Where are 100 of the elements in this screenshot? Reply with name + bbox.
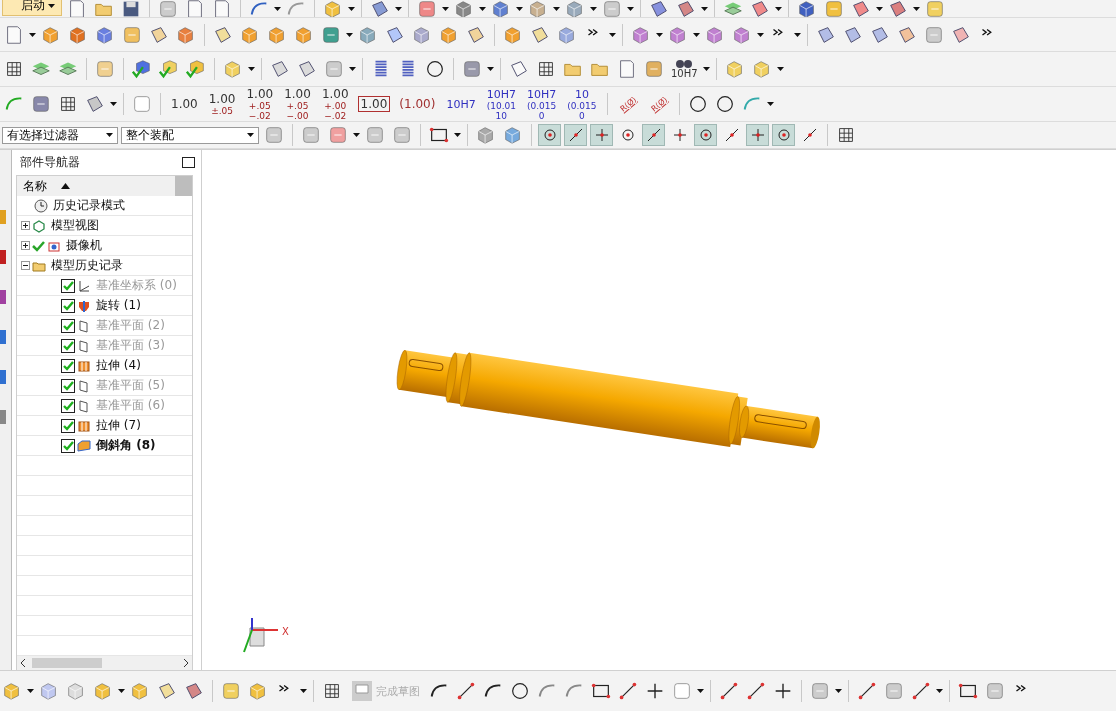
dimension-style-button[interactable]: 1.00 +.05 −.00 (282, 87, 313, 121)
dropdown-caret-icon[interactable] (395, 6, 402, 11)
circle-icon[interactable] (509, 680, 531, 702)
dropdown-caret-icon[interactable] (553, 6, 560, 11)
plane-icon[interactable] (648, 0, 670, 17)
dropdown-caret-icon[interactable] (118, 689, 125, 693)
dropdown-caret-icon[interactable] (702, 67, 710, 71)
checkbox[interactable] (61, 358, 75, 373)
circle-icon[interactable] (424, 58, 446, 80)
dimension-style-button[interactable]: 10H7 (0.015 0 (524, 87, 559, 121)
plane-icon[interactable] (850, 0, 872, 17)
dropdown-caret-icon[interactable] (876, 6, 883, 11)
tree-item-label[interactable]: 模型历史记录 (51, 257, 123, 274)
dropdown-caret-icon[interactable] (794, 32, 801, 37)
tree-item-label[interactable]: 摄像机 (66, 237, 102, 254)
plane-icon[interactable] (296, 58, 318, 80)
dropdown-caret-icon[interactable] (913, 6, 920, 11)
plane-icon[interactable] (183, 680, 205, 702)
snap-point-toggle[interactable] (538, 124, 561, 146)
tree-item-label[interactable]: 拉伸 (7) (96, 417, 141, 434)
snap-point-toggle[interactable] (694, 124, 717, 146)
tree-item-label[interactable]: 模型视图 (51, 217, 99, 234)
dimension-style-button[interactable]: 1.00 ±.05 (206, 92, 238, 116)
checkbox[interactable] (61, 298, 75, 313)
check-cube-icon[interactable] (131, 58, 153, 80)
plane-icon[interactable] (156, 680, 178, 702)
dropdown-caret-icon[interactable] (247, 133, 254, 137)
dropdown-caret-icon[interactable] (776, 67, 784, 71)
tree-item-label[interactable]: 拉伸 (4) (96, 357, 141, 374)
dropdown-caret-icon[interactable] (348, 6, 355, 11)
plane-icon[interactable] (84, 93, 106, 115)
dropdown-caret-icon[interactable] (656, 32, 663, 37)
scrollbar-thumb[interactable] (32, 658, 102, 668)
tree-item-label[interactable]: 历史记录模式 (53, 197, 125, 214)
tree-item-label[interactable]: 倒斜角 (8) (96, 437, 156, 454)
dropdown-caret-icon[interactable] (349, 67, 356, 71)
dropdown-caret-icon[interactable] (454, 133, 461, 137)
check-cube-icon[interactable] (158, 58, 180, 80)
checkbox[interactable] (61, 278, 75, 293)
checkbox[interactable] (61, 398, 75, 413)
dimension-style-button[interactable]: 10 (0.015 0 (565, 87, 599, 121)
dropdown-caret-icon[interactable] (609, 32, 616, 37)
dropdown-caret-icon[interactable] (775, 6, 782, 11)
dropdown-caret-icon[interactable] (479, 6, 486, 11)
checkbox[interactable] (61, 438, 75, 453)
check-cube-icon[interactable] (185, 58, 207, 80)
collapse-icon[interactable] (21, 261, 30, 270)
snap-point-toggle[interactable] (746, 124, 769, 146)
dropdown-caret-icon[interactable] (701, 6, 708, 11)
tree-item-label[interactable]: 旋转 (1) (96, 297, 141, 314)
dropdown-caret-icon[interactable] (835, 689, 842, 693)
dropdown-caret-icon[interactable] (300, 689, 307, 693)
dimension-style-button[interactable]: 1.00 (357, 96, 391, 112)
plane-icon[interactable] (749, 0, 771, 17)
snap-point-toggle[interactable] (772, 124, 795, 146)
dropdown-caret-icon[interactable] (248, 67, 255, 71)
dropdown-caret-icon[interactable] (693, 32, 700, 37)
dimension-style-button[interactable]: 10H7 (10.01 10 (484, 87, 518, 121)
dropdown-caret-icon[interactable] (442, 6, 449, 11)
line-icon[interactable] (745, 680, 767, 702)
plane-icon[interactable] (887, 0, 909, 17)
dimension-style-button[interactable]: (1.00) (397, 97, 438, 111)
expand-icon[interactable] (21, 221, 30, 230)
line-icon[interactable] (856, 680, 878, 702)
snap-point-toggle[interactable] (590, 124, 613, 146)
dropdown-caret-icon[interactable] (936, 689, 943, 693)
checkbox[interactable] (61, 318, 75, 333)
plane-icon[interactable] (508, 58, 530, 80)
dropdown-caret-icon[interactable] (110, 102, 117, 106)
expand-icon[interactable] (21, 241, 30, 250)
dropdown-caret-icon[interactable] (697, 689, 704, 693)
layers-icon[interactable] (722, 0, 744, 17)
fit-query-button[interactable]: 10H7 (669, 59, 700, 79)
dropdown-caret-icon[interactable] (274, 6, 281, 11)
dropdown-caret-icon[interactable] (346, 32, 353, 37)
plane-icon[interactable] (369, 0, 391, 17)
dimension-style-button[interactable]: 1.00 (169, 97, 200, 111)
assembly-scope-dropdown[interactable]: 整个装配 (121, 126, 259, 144)
dropdown-caret-icon[interactable] (590, 6, 597, 11)
checkbox[interactable] (61, 418, 75, 433)
maximize-icon[interactable] (182, 157, 195, 168)
selection-filter-dropdown[interactable]: 有选择过滤器 (2, 126, 118, 144)
snap-point-toggle[interactable] (564, 124, 587, 146)
line-icon[interactable] (617, 680, 639, 702)
dropdown-caret-icon[interactable] (766, 102, 774, 106)
dropdown-caret-icon[interactable] (106, 133, 113, 137)
checkbox[interactable] (61, 378, 75, 393)
checkbox[interactable] (61, 338, 75, 353)
scrollbar-thumb[interactable] (175, 176, 192, 196)
dropdown-caret-icon[interactable] (29, 32, 36, 37)
line-icon[interactable] (910, 680, 932, 702)
dropdown-caret-icon[interactable] (516, 6, 523, 11)
dropdown-caret-icon[interactable] (353, 133, 360, 137)
plane-icon[interactable] (675, 0, 697, 17)
dimension-style-button[interactable]: 1.00 +.05 −.02 (244, 87, 276, 121)
snap-point-toggle[interactable] (642, 124, 665, 146)
dropdown-caret-icon[interactable] (757, 32, 764, 37)
dropdown-caret-icon[interactable] (487, 67, 494, 71)
dimension-style-button[interactable]: 10H7 (444, 97, 478, 111)
plane-icon[interactable] (269, 58, 291, 80)
